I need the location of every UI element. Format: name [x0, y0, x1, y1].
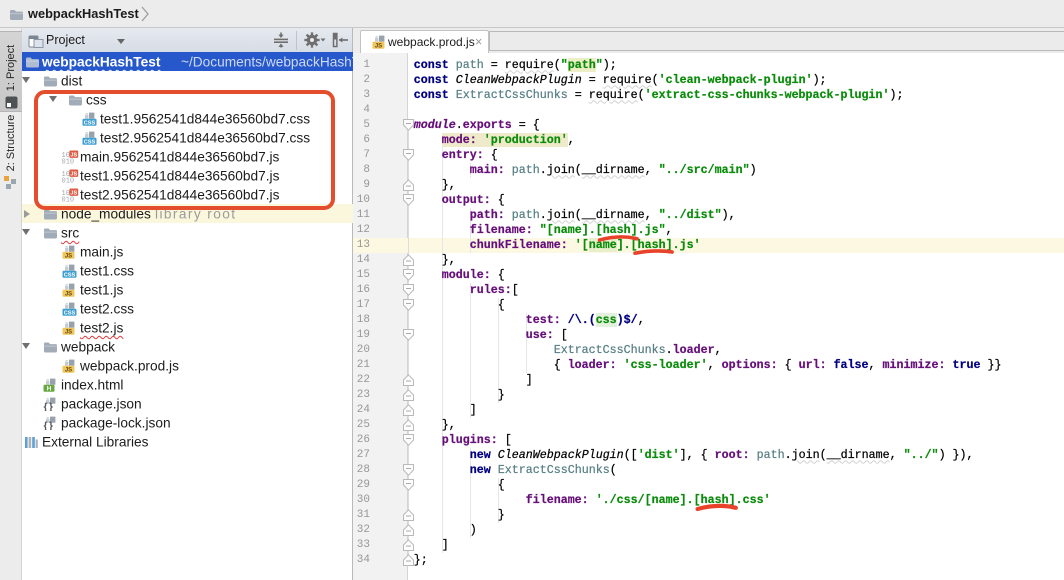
- svg-text:JS: JS: [65, 329, 72, 334]
- svg-text:010: 010: [62, 158, 75, 163]
- svg-text:CSS: CSS: [84, 120, 96, 125]
- svg-text:JS: JS: [65, 253, 72, 258]
- svg-text:CSS: CSS: [84, 139, 96, 144]
- svg-text:JS: JS: [65, 291, 72, 296]
- svg-text:{}: {}: [44, 420, 54, 430]
- svg-text:JS: JS: [375, 44, 382, 49]
- svg-text:JS: JS: [70, 171, 77, 177]
- svg-text:H: H: [47, 385, 52, 391]
- svg-text:JS: JS: [70, 152, 77, 158]
- svg-text:{}: {}: [44, 401, 54, 411]
- svg-text:JS: JS: [65, 367, 72, 372]
- svg-text:010: 010: [62, 196, 75, 201]
- svg-text:JS: JS: [70, 190, 77, 196]
- svg-text:CSS: CSS: [64, 272, 76, 277]
- svg-text:010: 010: [62, 177, 75, 182]
- svg-text:CSS: CSS: [64, 310, 76, 315]
